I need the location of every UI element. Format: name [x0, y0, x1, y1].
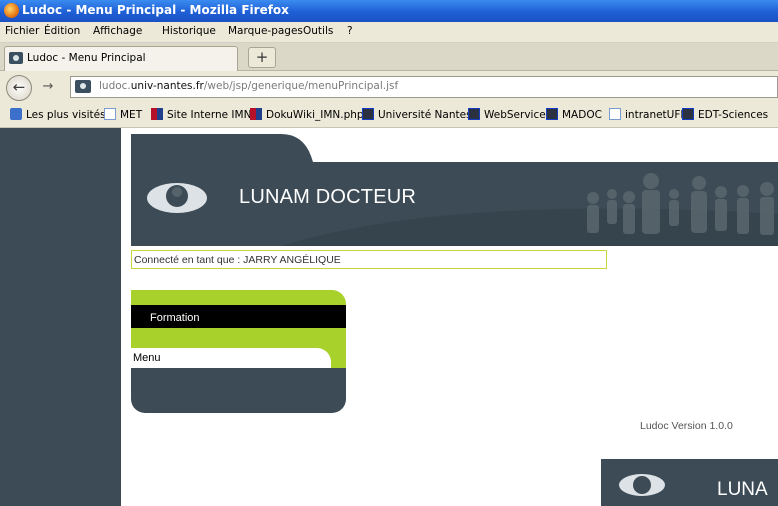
bookmark-site-interne-imn[interactable]: Site Interne IMN — [151, 108, 251, 121]
menu-header-formation[interactable]: Formation — [131, 305, 346, 328]
menu-header-label: Formation — [150, 312, 200, 324]
bookmark-webservice[interactable]: WebService — [468, 108, 546, 121]
menu-affichage[interactable]: Affichage — [93, 25, 142, 37]
menu-edition[interactable]: Édition — [44, 25, 80, 37]
bookmark-universite-nantes[interactable]: Université Nantes — [362, 108, 472, 121]
menu-outils[interactable]: Outils — [303, 25, 333, 37]
footer-banner-text: LUNA — [717, 479, 768, 500]
banner-title: LUNAM DOCTEUR — [239, 186, 417, 208]
imn-icon — [151, 108, 163, 120]
bookmark-madoc[interactable]: MADOC — [546, 108, 602, 121]
url-text: ludoc.univ-nantes.fr/web/jsp/generique/m… — [99, 80, 399, 92]
side-menu: Formation Menu — [131, 290, 346, 413]
bookmark-met[interactable]: MET — [104, 108, 142, 121]
menu-marque-pages[interactable]: Marque-pages — [228, 25, 303, 37]
back-forward-group: ← → — [6, 75, 64, 101]
url-bar[interactable]: ludoc.univ-nantes.fr/web/jsp/generique/m… — [70, 76, 778, 98]
univ-icon — [362, 108, 374, 120]
menu-footer — [131, 368, 346, 413]
new-tab-button[interactable]: + — [248, 47, 276, 68]
bookmark-intranetufr[interactable]: intranetUFR — [609, 108, 688, 121]
footer-banner: LUNA — [601, 459, 778, 506]
tab-ludoc[interactable]: Ludoc - Menu Principal — [4, 46, 238, 71]
lunam-banner: LUNAM DOCTEUR — [131, 134, 778, 246]
menu-historique[interactable]: Historique — [162, 25, 216, 37]
page-sidebar — [0, 128, 121, 506]
back-arrow-icon[interactable]: ← — [6, 75, 32, 101]
window-title: Ludoc - Menu Principal - Mozilla Firefox — [22, 3, 289, 17]
menu-item-label: Menu — [133, 352, 161, 364]
site-identity-icon[interactable] — [75, 80, 91, 93]
connected-user-box: Connecté en tant que : JARRY ANGÉLIQUE — [131, 250, 607, 269]
menu-bar: Fichier Édition Affichage Historique Mar… — [0, 22, 778, 43]
menu-item-menu[interactable]: Menu — [131, 348, 331, 368]
most-visited-icon — [10, 108, 22, 120]
tab-bar: Ludoc - Menu Principal + — [0, 43, 778, 71]
firefox-icon — [4, 3, 19, 18]
ludoc-favicon-icon — [9, 52, 23, 64]
bookmark-dokuwiki[interactable]: DokuWiki_IMN.php — [250, 108, 364, 121]
menu-fichier[interactable]: Fichier — [5, 25, 39, 37]
bookmarks-toolbar: Les plus visités MET Site Interne IMN Do… — [0, 103, 778, 128]
bookmark-edt-sciences[interactable]: EDT-Sciences — [682, 108, 768, 121]
page-icon — [104, 108, 116, 120]
window-titlebar: Ludoc - Menu Principal - Mozilla Firefox — [0, 0, 778, 22]
univ-icon — [682, 108, 694, 120]
bookmark-most-visited[interactable]: Les plus visités — [10, 108, 106, 121]
version-text: Ludoc Version 1.0.0 — [640, 420, 733, 432]
imn-icon — [250, 108, 262, 120]
menu-help[interactable]: ? — [347, 25, 353, 37]
tab-label: Ludoc - Menu Principal — [27, 52, 146, 64]
eye-logo-icon — [619, 474, 665, 496]
banner-background — [131, 134, 778, 246]
navigation-bar: ← → ludoc.univ-nantes.fr/web/jsp/generiq… — [0, 71, 778, 103]
forward-arrow-icon[interactable]: → — [36, 79, 60, 96]
univ-icon — [546, 108, 558, 120]
page-icon — [609, 108, 621, 120]
univ-icon — [468, 108, 480, 120]
